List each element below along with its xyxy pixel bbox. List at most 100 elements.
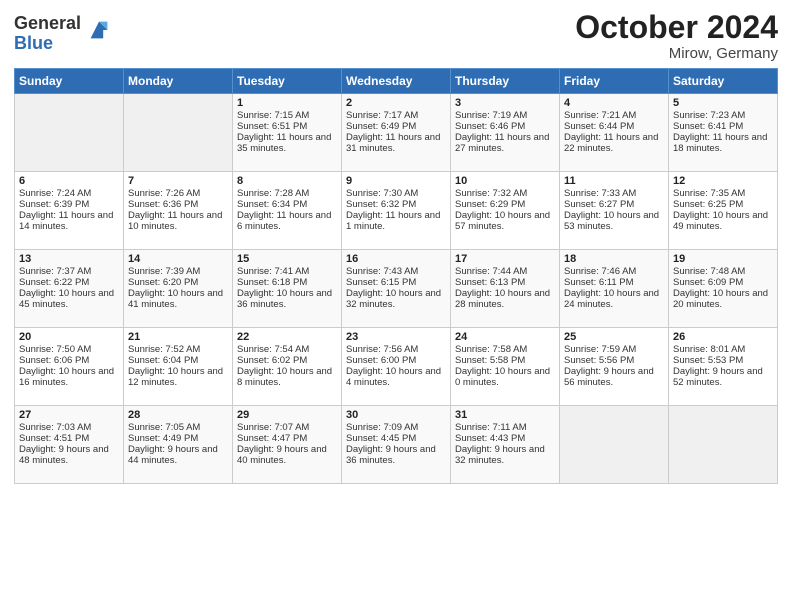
sunrise: Sunrise: 7:09 AM (346, 422, 446, 433)
sunrise: Sunrise: 7:26 AM (128, 188, 228, 199)
day-cell: 13Sunrise: 7:37 AMSunset: 6:22 PMDayligh… (15, 250, 124, 328)
day-number: 18 (564, 253, 664, 265)
day-number: 17 (455, 253, 555, 265)
sunset: Sunset: 6:32 PM (346, 199, 446, 210)
sunrise: Sunrise: 7:07 AM (237, 422, 337, 433)
day-cell: 17Sunrise: 7:44 AMSunset: 6:13 PMDayligh… (451, 250, 560, 328)
day-number: 13 (19, 253, 119, 265)
week-row-1: 1Sunrise: 7:15 AMSunset: 6:51 PMDaylight… (15, 94, 778, 172)
calendar-table: SundayMondayTuesdayWednesdayThursdayFrid… (14, 68, 778, 484)
day-cell: 23Sunrise: 7:56 AMSunset: 6:00 PMDayligh… (342, 328, 451, 406)
sunrise: Sunrise: 7:24 AM (19, 188, 119, 199)
day-cell: 22Sunrise: 7:54 AMSunset: 6:02 PMDayligh… (233, 328, 342, 406)
sunset: Sunset: 4:43 PM (455, 433, 555, 444)
daylight: Daylight: 11 hours and 22 minutes. (564, 132, 664, 154)
header-cell-thursday: Thursday (451, 69, 560, 94)
day-cell (560, 406, 669, 484)
sunset: Sunset: 6:13 PM (455, 277, 555, 288)
day-number: 10 (455, 175, 555, 187)
day-cell: 10Sunrise: 7:32 AMSunset: 6:29 PMDayligh… (451, 172, 560, 250)
sunset: Sunset: 6:29 PM (455, 199, 555, 210)
day-number: 24 (455, 331, 555, 343)
day-cell: 20Sunrise: 7:50 AMSunset: 6:06 PMDayligh… (15, 328, 124, 406)
day-cell (669, 406, 778, 484)
day-cell: 2Sunrise: 7:17 AMSunset: 6:49 PMDaylight… (342, 94, 451, 172)
sunrise: Sunrise: 7:21 AM (564, 110, 664, 121)
day-number: 15 (237, 253, 337, 265)
sunrise: Sunrise: 7:44 AM (455, 266, 555, 277)
sunrise: Sunrise: 7:48 AM (673, 266, 773, 277)
sunset: Sunset: 6:18 PM (237, 277, 337, 288)
sunset: Sunset: 6:00 PM (346, 355, 446, 366)
sunset: Sunset: 4:45 PM (346, 433, 446, 444)
sunset: Sunset: 6:06 PM (19, 355, 119, 366)
calendar-header: SundayMondayTuesdayWednesdayThursdayFrid… (15, 69, 778, 94)
daylight: Daylight: 10 hours and 12 minutes. (128, 366, 228, 388)
day-number: 3 (455, 97, 555, 109)
sunrise: Sunrise: 7:50 AM (19, 344, 119, 355)
calendar-body: 1Sunrise: 7:15 AMSunset: 6:51 PMDaylight… (15, 94, 778, 484)
day-number: 9 (346, 175, 446, 187)
sunset: Sunset: 6:46 PM (455, 121, 555, 132)
daylight: Daylight: 9 hours and 48 minutes. (19, 444, 119, 466)
day-cell: 1Sunrise: 7:15 AMSunset: 6:51 PMDaylight… (233, 94, 342, 172)
sunset: Sunset: 4:49 PM (128, 433, 228, 444)
sunrise: Sunrise: 7:59 AM (564, 344, 664, 355)
day-cell: 28Sunrise: 7:05 AMSunset: 4:49 PMDayligh… (124, 406, 233, 484)
daylight: Daylight: 10 hours and 0 minutes. (455, 366, 555, 388)
day-number: 20 (19, 331, 119, 343)
sunset: Sunset: 6:39 PM (19, 199, 119, 210)
header-cell-sunday: Sunday (15, 69, 124, 94)
header-cell-tuesday: Tuesday (233, 69, 342, 94)
week-row-4: 20Sunrise: 7:50 AMSunset: 6:06 PM Dayligh… (15, 328, 778, 406)
sunrise: Sunrise: 7:17 AM (346, 110, 446, 121)
sunrise: Sunrise: 7:52 AM (128, 344, 228, 355)
sunrise: Sunrise: 7:46 AM (564, 266, 664, 277)
sunrise: Sunrise: 7:28 AM (237, 188, 337, 199)
header-row: SundayMondayTuesdayWednesdayThursdayFrid… (15, 69, 778, 94)
logo: General Blue (14, 14, 113, 54)
sunset: Sunset: 4:51 PM (19, 433, 119, 444)
day-cell: 26Sunrise: 8:01 AMSunset: 5:53 PMDayligh… (669, 328, 778, 406)
sunrise: Sunrise: 7:58 AM (455, 344, 555, 355)
day-cell: 3Sunrise: 7:19 AMSunset: 6:46 PMDaylight… (451, 94, 560, 172)
day-cell: 4Sunrise: 7:21 AMSunset: 6:44 PMDaylight… (560, 94, 669, 172)
daylight: Daylight: 10 hours and 4 minutes. (346, 366, 446, 388)
header: General Blue October 2024 Mirow, Germany (14, 10, 778, 62)
day-cell: 24Sunrise: 7:58 AMSunset: 5:58 PMDayligh… (451, 328, 560, 406)
sunrise: Sunrise: 7:23 AM (673, 110, 773, 121)
daylight: Daylight: 10 hours and 8 minutes. (237, 366, 337, 388)
day-cell: 19Sunrise: 7:48 AMSunset: 6:09 PMDayligh… (669, 250, 778, 328)
daylight: Daylight: 9 hours and 40 minutes. (237, 444, 337, 466)
day-cell: 9Sunrise: 7:30 AMSunset: 6:32 PMDaylight… (342, 172, 451, 250)
daylight: Daylight: 11 hours and 35 minutes. (237, 132, 337, 154)
sunrise: Sunrise: 7:32 AM (455, 188, 555, 199)
sunset: Sunset: 6:11 PM (564, 277, 664, 288)
daylight: Daylight: 10 hours and 32 minutes. (346, 288, 446, 310)
sunset: Sunset: 6:34 PM (237, 199, 337, 210)
daylight: Daylight: 11 hours and 31 minutes. (346, 132, 446, 154)
logo-blue: Blue (14, 34, 81, 54)
sunset: Sunset: 6:51 PM (237, 121, 337, 132)
sunrise: Sunrise: 7:41 AM (237, 266, 337, 277)
sunset: Sunset: 6:49 PM (346, 121, 446, 132)
sunrise: Sunrise: 7:15 AM (237, 110, 337, 121)
day-number: 12 (673, 175, 773, 187)
sunset: Sunset: 6:09 PM (673, 277, 773, 288)
day-number: 30 (346, 409, 446, 421)
daylight: Daylight: 9 hours and 56 minutes. (564, 366, 664, 388)
sunrise: Sunrise: 7:56 AM (346, 344, 446, 355)
day-number: 11 (564, 175, 664, 187)
day-cell: 27Sunrise: 7:03 AMSunset: 4:51 PMDayligh… (15, 406, 124, 484)
daylight: Daylight: 11 hours and 1 minute. (346, 210, 446, 232)
sunset: Sunset: 6:41 PM (673, 121, 773, 132)
day-number: 21 (128, 331, 228, 343)
sunset: Sunset: 6:15 PM (346, 277, 446, 288)
daylight: Daylight: 10 hours and 53 minutes. (564, 210, 664, 232)
sunset: Sunset: 6:22 PM (19, 277, 119, 288)
sunrise: Sunrise: 7:54 AM (237, 344, 337, 355)
daylight: Daylight: 10 hours and 24 minutes. (564, 288, 664, 310)
day-number: 7 (128, 175, 228, 187)
sunset: Sunset: 6:36 PM (128, 199, 228, 210)
daylight: Daylight: 11 hours and 27 minutes. (455, 132, 555, 154)
